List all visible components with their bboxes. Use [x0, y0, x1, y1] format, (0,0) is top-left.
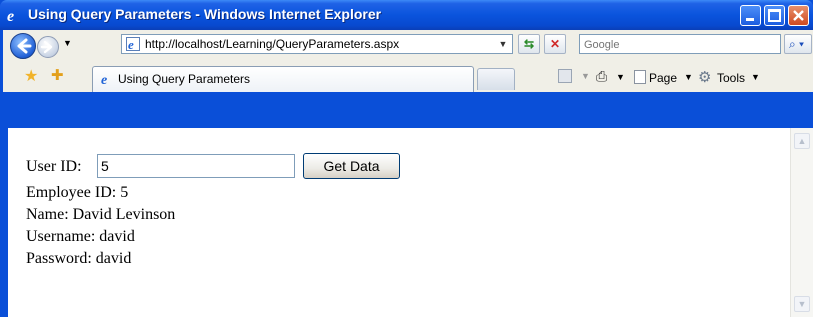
url-text: http://localhost/Learning/QueryParameter…: [145, 37, 400, 51]
password-text: Password: david: [26, 250, 132, 267]
back-arrow-icon: [17, 38, 32, 54]
tools-menu-button[interactable]: Tools: [717, 71, 745, 85]
address-bar: ▼ e http://localhost/Learning/QueryParam…: [3, 30, 813, 60]
vertical-scrollbar[interactable]: ▲ ▼: [790, 128, 813, 317]
minimize-icon: [746, 18, 754, 21]
employee-id-text: Employee ID: 5: [26, 184, 129, 201]
stop-button[interactable]: ✕: [544, 34, 566, 54]
feeds-icon[interactable]: [558, 69, 572, 83]
favorites-star-icon[interactable]: ★: [24, 66, 38, 86]
maximize-icon: [768, 9, 781, 22]
page-ie-icon: e: [126, 37, 140, 51]
refresh-icon: ⇆: [523, 37, 535, 51]
page-menu-icon[interactable]: [634, 70, 646, 84]
userid-input[interactable]: [97, 154, 295, 178]
maximize-button[interactable]: [764, 5, 785, 26]
tab-label: Using Query Parameters: [118, 72, 251, 86]
page-content: User ID: Get Data Employee ID: 5 Name: D…: [8, 128, 790, 317]
refresh-button[interactable]: ⇆: [518, 34, 540, 54]
forward-arrow-icon: [40, 40, 53, 54]
tools-dropdown-icon[interactable]: ▼: [751, 72, 760, 82]
add-favorite-icon[interactable]: ✚: [51, 66, 64, 84]
forward-button[interactable]: [37, 36, 59, 58]
tab-bar: ★ ✚ e Using Query Parameters ▼ ⎙ ▼ Page …: [3, 60, 813, 92]
search-button[interactable]: ⌕ ▾: [784, 34, 812, 54]
search-icon: ⌕ ▾: [789, 37, 805, 51]
page-menu-button[interactable]: Page: [649, 71, 677, 85]
svg-text:e: e: [7, 8, 14, 23]
close-icon: [793, 10, 804, 21]
search-field[interactable]: [579, 34, 781, 55]
print-dropdown-icon[interactable]: ▼: [616, 72, 625, 82]
search-input[interactable]: [580, 35, 778, 55]
svg-text:e: e: [128, 37, 134, 51]
scroll-up-button[interactable]: ▲: [794, 133, 810, 149]
tools-gear-icon[interactable]: ⚙: [698, 68, 711, 86]
scroll-down-button[interactable]: ▼: [794, 296, 810, 312]
userid-label: User ID:: [26, 158, 82, 175]
chevron-up-icon: ▲: [797, 136, 807, 146]
page-ie-icon: e: [101, 73, 107, 86]
print-icon[interactable]: ⎙: [596, 68, 607, 85]
back-button[interactable]: [10, 33, 36, 59]
recent-pages-dropdown-icon[interactable]: ▼: [63, 38, 72, 48]
svg-text:e: e: [101, 73, 107, 86]
window-title: Using Query Parameters - Windows Interne…: [28, 6, 382, 22]
new-tab-button[interactable]: [477, 68, 515, 90]
ie-logo-icon: e: [7, 8, 14, 23]
chevron-down-icon: ▼: [797, 299, 807, 309]
title-bar: e Using Query Parameters - Windows Inter…: [0, 0, 813, 30]
feeds-dropdown-icon[interactable]: ▼: [581, 71, 590, 81]
stop-icon: ✕: [549, 37, 561, 51]
get-data-button[interactable]: Get Data: [303, 153, 400, 179]
close-button[interactable]: [788, 5, 809, 26]
tab-using-query-parameters[interactable]: e Using Query Parameters: [92, 66, 474, 92]
page-dropdown-icon[interactable]: ▼: [684, 72, 693, 82]
url-dropdown-icon[interactable]: ▼: [496, 37, 510, 51]
name-text: Name: David Levinson: [26, 206, 176, 223]
username-text: Username: david: [26, 228, 135, 245]
url-field[interactable]: e http://localhost/Learning/QueryParamet…: [121, 34, 513, 54]
minimize-button[interactable]: [740, 5, 761, 26]
